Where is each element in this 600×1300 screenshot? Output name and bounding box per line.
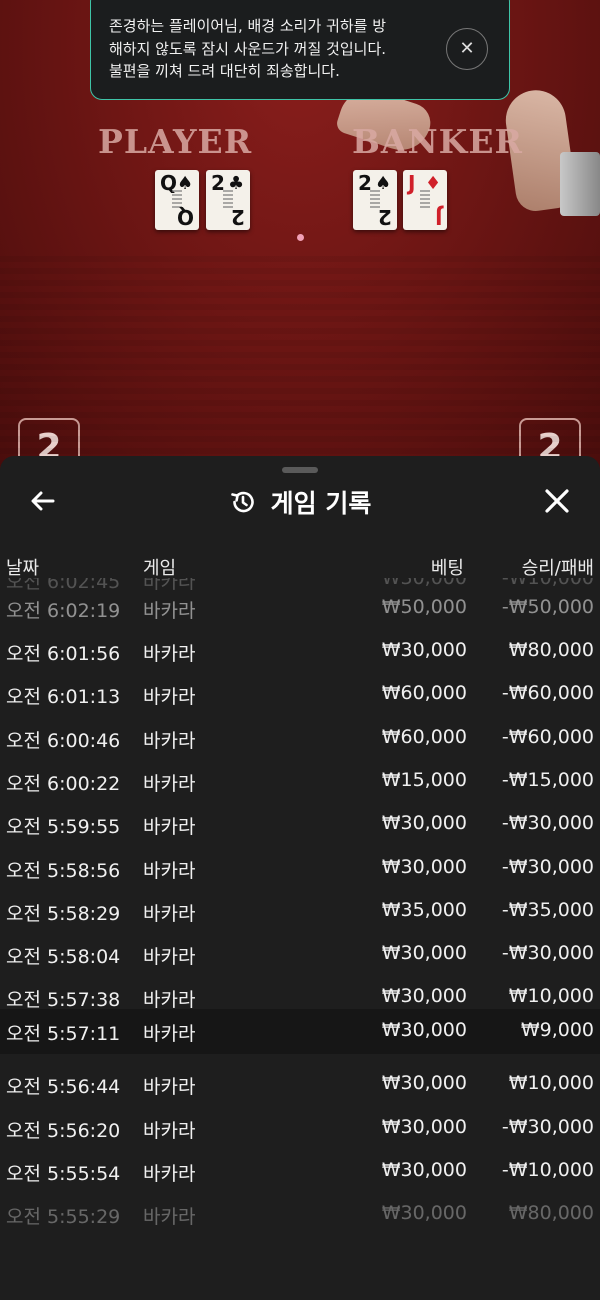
player-label: PLAYER [98, 122, 253, 161]
player-card-2: 2 ♣ 2 [206, 170, 250, 230]
card-shoe [560, 152, 600, 216]
table-row[interactable]: 오전 5:58:29 바카라 ₩35,000 -₩35,000 [0, 889, 600, 932]
table-row[interactable]: 오전 5:55:54 바카라 ₩30,000 -₩10,000 [0, 1149, 600, 1192]
column-header-win-loss: 승리/패배 [521, 558, 594, 579]
table-row[interactable]: 오전 5:55:29 바카라 ₩30,000 ₩80,000 [0, 1192, 600, 1235]
banker-card-2: J ♦ J [403, 170, 447, 230]
sheet-title: 게임 기록 [270, 489, 372, 518]
table-row[interactable]: 오전 6:01:56 바카라 ₩30,000 ₩80,000 [0, 629, 600, 672]
banker-card-1: 2 ♠ 2 [353, 170, 397, 230]
table-row[interactable]: 오전 5:58:04 바카라 ₩30,000 -₩30,000 [0, 932, 600, 975]
history-list[interactable]: 오전 6:02:45 바카라 ₩30,000 -₩10,000 오전 6:02:… [0, 578, 600, 1300]
player-card-1: Q ♠ Q [155, 170, 199, 230]
toast-close-button[interactable]: ✕ [446, 28, 488, 70]
toast-message: 존경하는 플레이어님, 배경 소리가 귀하를 방 해하지 않도록 잠시 사운드가… [109, 17, 387, 80]
sheet-drag-handle[interactable] [282, 467, 318, 473]
table-row[interactable]: 오전 6:00:22 바카라 ₩15,000 -₩15,000 [0, 759, 600, 802]
column-header-bet: 베팅 [430, 558, 464, 579]
column-header-date: 날짜 [6, 558, 40, 579]
banker-label: BANKER [352, 122, 523, 161]
close-icon [545, 489, 569, 513]
table-row[interactable]: 오전 5:56:44 바카라 ₩30,000 ₩10,000 [0, 1062, 600, 1105]
table-row[interactable]: 오전 6:01:13 바카라 ₩60,000 -₩60,000 [0, 672, 600, 715]
close-button[interactable] [540, 484, 574, 518]
column-header-game: 게임 [143, 558, 177, 579]
table-row[interactable]: 오전 5:58:56 바카라 ₩30,000 -₩30,000 [0, 846, 600, 889]
table-row[interactable]: 오전 6:02:19 바카라 ₩50,000 -₩50,000 [0, 586, 600, 629]
sheet-header: 게임 기록 [0, 484, 600, 520]
game-history-sheet: 게임 기록 날짜 게임 베팅 승리/패배 오전 6:02:45 바카라 ₩30,… [0, 456, 600, 1300]
table-row[interactable]: 오전 5:56:20 바카라 ₩30,000 -₩30,000 [0, 1106, 600, 1149]
table-row[interactable]: 오전 6:00:46 바카라 ₩60,000 -₩60,000 [0, 716, 600, 759]
table-row[interactable]: 오전 5:59:55 바카라 ₩30,000 -₩30,000 [0, 802, 600, 845]
table-row-highlighted[interactable]: 오전 5:57:11 바카라 ₩30,000 ₩9,000 [0, 1009, 600, 1054]
sound-notice-toast: 존경하는 플레이어님, 배경 소리가 귀하를 방 해하지 않도록 잠시 사운드가… [90, 0, 510, 100]
table-marker [297, 234, 304, 241]
history-icon [230, 491, 254, 513]
